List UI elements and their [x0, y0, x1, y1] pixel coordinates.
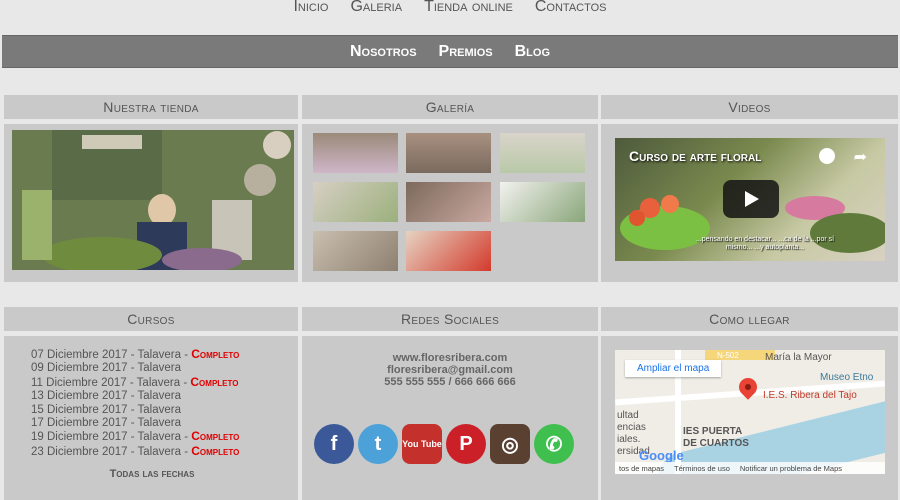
map-label: IES PUERTA — [683, 426, 743, 437]
nav-tienda-online[interactable]: Tienda online — [424, 0, 513, 18]
course-status-badge: Completo — [190, 374, 239, 389]
course-status-badge: Completo — [191, 443, 240, 458]
course-date: 19 Diciembre 2017 - Talavera — [31, 431, 182, 444]
video-title: Curso de arte floral — [629, 148, 762, 164]
gallery-thumb[interactable] — [500, 182, 585, 222]
videos-header: Videos — [601, 95, 898, 119]
course-date: 13 Diciembre 2017 - Talavera — [31, 390, 182, 403]
course-date: 11 Diciembre 2017 - Talavera — [31, 376, 181, 389]
redes-panel: www.floresribera.com floresribera@gmail.… — [302, 336, 598, 500]
all-dates-link[interactable]: Todas las fechas — [4, 468, 300, 480]
gallery-thumb[interactable] — [313, 133, 398, 173]
nav-inicio[interactable]: Inicio — [293, 0, 328, 18]
course-row: 07 Diciembre 2017 - Talavera - Completo — [31, 347, 240, 362]
videos-panel: Curso de arte floral ➦ ...pensando en de… — [601, 124, 898, 282]
gallery-thumb[interactable] — [406, 133, 491, 173]
gallery-thumb[interactable] — [406, 231, 491, 271]
course-row: 11 Diciembre 2017 - Talavera - Completo — [31, 374, 239, 390]
course-date: 17 Diciembre 2017 - Talavera — [31, 417, 182, 430]
facebook-icon[interactable]: f — [314, 424, 354, 464]
twitter-icon[interactable]: t — [358, 424, 398, 464]
map-label: encias — [617, 422, 646, 433]
course-separator: - — [180, 376, 191, 389]
whatsapp-icon[interactable]: ✆ — [534, 424, 574, 464]
gallery-thumb[interactable] — [313, 231, 398, 271]
map-data-link[interactable]: tos de mapas — [619, 464, 664, 473]
instagram-icon[interactable]: ◎ — [490, 424, 530, 464]
map-terms-link[interactable]: Términos de uso — [674, 464, 730, 473]
map-label: iales. — [617, 434, 641, 445]
enlarge-map-button[interactable]: Ampliar el mapa — [625, 360, 722, 377]
map-label: Museo Etno — [820, 372, 874, 383]
galeria-header: Galería — [302, 95, 598, 119]
gallery-thumb[interactable] — [313, 182, 398, 222]
nav-premios[interactable]: Premios — [439, 43, 493, 61]
llegar-header: Como llegar — [601, 307, 898, 331]
google-logo: Google — [639, 448, 684, 463]
map-label: María la Mayor — [765, 352, 832, 363]
website-link[interactable]: www.floresribera.com — [302, 352, 598, 364]
redes-header: Redes Sociales — [302, 307, 598, 331]
nav-contactos[interactable]: Contactos — [535, 0, 607, 18]
tienda-panel — [4, 124, 298, 282]
map-footer: tos de mapas Términos de uso Notificar u… — [615, 462, 885, 474]
nav-galeria[interactable]: Galeria — [350, 0, 402, 18]
map-label: ultad — [617, 410, 639, 421]
course-row: 15 Diciembre 2017 - Talavera — [31, 404, 239, 417]
course-separator: - — [181, 431, 192, 444]
course-date: 07 Diciembre 2017 - Talavera — [31, 349, 182, 361]
course-date: 15 Diciembre 2017 - Talavera — [31, 403, 182, 416]
map-label: DE CUARTOS — [683, 438, 749, 449]
play-button-icon[interactable] — [723, 180, 779, 218]
map-report-link[interactable]: Notificar un problema de Maps — [740, 464, 842, 473]
gallery-thumb[interactable] — [406, 182, 491, 222]
course-row: 17 Diciembre 2017 - Talavera — [31, 417, 239, 430]
share-icon[interactable]: ➦ — [854, 147, 867, 167]
course-row: 23 Diciembre 2017 - Talavera - Completo — [31, 443, 240, 459]
youtube-icon[interactable]: You Tube — [402, 424, 442, 464]
course-status-badge: Completo — [191, 347, 240, 361]
course-status-badge: Completo — [191, 429, 240, 444]
map-embed[interactable]: Ampliar el mapa N-502 María la Mayor Mus… — [615, 350, 885, 474]
tienda-header: Nuestra tienda — [4, 95, 298, 119]
contact-info: www.floresribera.com floresribera@gmail.… — [302, 352, 598, 388]
course-separator: - — [181, 445, 192, 458]
llegar-panel: Ampliar el mapa N-502 María la Mayor Mus… — [601, 336, 898, 500]
nav-nosotros[interactable]: Nosotros — [350, 43, 417, 61]
course-date: 09 Diciembre 2017 - Talavera — [31, 362, 182, 375]
phone-numbers: 555 555 555 / 666 666 666 — [384, 376, 516, 388]
cursos-header: Cursos — [4, 307, 298, 331]
secondary-navigation: Nosotros Premios Blog — [2, 35, 898, 68]
map-label: N-502 — [717, 351, 739, 360]
map-place-label: I.E.S. Ribera del Tajo — [763, 390, 857, 401]
watch-later-icon[interactable] — [819, 148, 835, 164]
pinterest-icon[interactable]: P — [446, 424, 486, 464]
nav-blog[interactable]: Blog — [515, 43, 550, 61]
email-link[interactable]: floresribera@gmail.com — [302, 364, 598, 376]
store-photo[interactable] — [12, 130, 294, 270]
course-row: 19 Diciembre 2017 - Talavera - Completo — [31, 430, 239, 444]
course-row: 09 Diciembre 2017 - Talavera — [31, 362, 239, 375]
course-separator: - — [181, 349, 192, 361]
top-navigation: Inicio Galeria Tienda online Contactos — [0, 0, 900, 18]
course-row: 13 Diciembre 2017 - Talavera — [31, 390, 239, 403]
course-list: 07 Diciembre 2017 - Talavera - Completo 0… — [31, 347, 240, 459]
video-caption: ...pensando en destacar... ...ca de la .… — [695, 236, 835, 251]
video-player[interactable]: Curso de arte floral ➦ ...pensando en de… — [615, 138, 885, 261]
gallery-thumb[interactable] — [500, 133, 585, 173]
galeria-panel — [302, 124, 598, 282]
cursos-panel: 07 Diciembre 2017 - Talavera - Completo 0… — [4, 336, 298, 500]
course-date: 23 Diciembre 2017 - Talavera — [31, 445, 182, 458]
